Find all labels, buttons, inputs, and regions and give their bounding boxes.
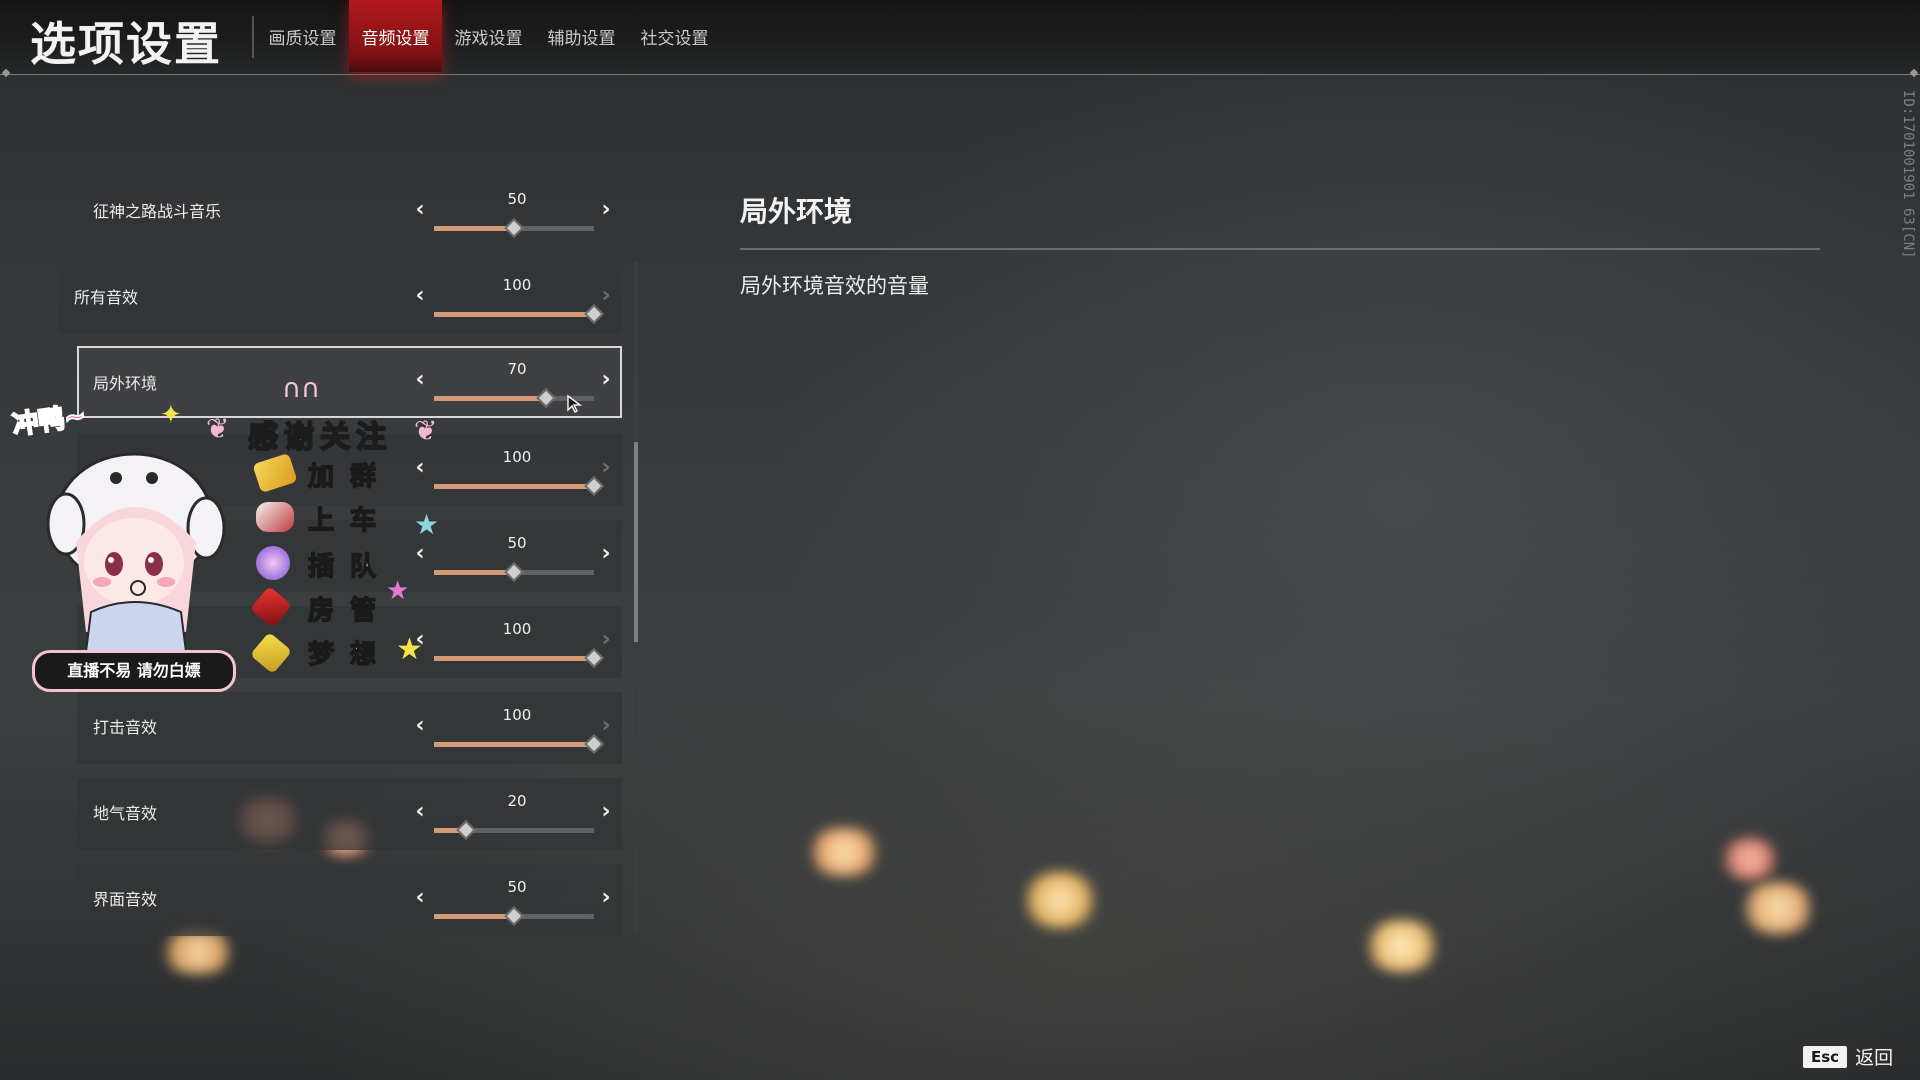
- setting-value: 50: [507, 190, 527, 208]
- setting-value: 20: [507, 792, 527, 810]
- bunny-ears-icon: ∩∩: [282, 374, 321, 404]
- decrease-arrow-icon[interactable]: ‹: [409, 800, 431, 824]
- slider-handle[interactable]: [504, 562, 524, 582]
- build-id: ID:1701001901 63[CN]: [1900, 90, 1916, 259]
- setting-row-ui-sfx[interactable]: 界面音效 ‹ 50 ›: [77, 864, 622, 936]
- volume-slider[interactable]: [434, 304, 604, 324]
- volume-slider[interactable]: [434, 734, 604, 754]
- tab-social[interactable]: 社交设置: [628, 0, 721, 72]
- esc-key-badge: Esc: [1803, 1045, 1848, 1068]
- overlay-exclaim: 冲鸭~: [10, 400, 89, 442]
- setting-value: 50: [507, 878, 527, 896]
- sparkle-icon: ✦: [160, 400, 182, 430]
- star-icon: ★: [414, 508, 440, 541]
- setting-row-earth-sfx[interactable]: 地气音效 ‹ 20 ›: [77, 778, 622, 850]
- setting-value: 70: [507, 360, 527, 378]
- tab-graphics[interactable]: 画质设置: [256, 0, 349, 72]
- slider-handle[interactable]: [456, 820, 476, 840]
- scrollbar-thumb[interactable]: [634, 442, 638, 642]
- slider-handle[interactable]: [504, 218, 524, 238]
- title-divider: [252, 16, 254, 58]
- increase-arrow-icon[interactable]: ›: [595, 198, 617, 222]
- chibi-character-illustration: [46, 452, 226, 652]
- bokeh-light: [158, 930, 238, 974]
- volume-slider[interactable]: [434, 906, 594, 926]
- description-title: 局外环境: [740, 195, 853, 228]
- tab-game[interactable]: 游戏设置: [442, 0, 535, 72]
- increase-arrow-icon[interactable]: ›: [595, 714, 617, 738]
- back-label: 返回: [1855, 1047, 1894, 1069]
- decrease-arrow-icon[interactable]: ‹: [409, 714, 431, 738]
- increase-arrow-icon[interactable]: ›: [595, 542, 617, 566]
- ticket-icon: [252, 452, 298, 494]
- decrease-arrow-icon[interactable]: ‹: [409, 886, 431, 910]
- decrease-arrow-icon[interactable]: ‹: [409, 284, 431, 308]
- rocket-icon: [249, 585, 293, 629]
- tab-accessibility[interactable]: 辅助设置: [535, 0, 628, 72]
- overlay-perk: 上车: [307, 505, 393, 537]
- rocket-icon: [249, 631, 293, 675]
- setting-row-battle-music[interactable]: 征神之路战斗音乐 ‹ 50 ›: [77, 176, 622, 248]
- overlay-thanks: 感谢关注: [247, 419, 392, 456]
- description-divider: [740, 248, 1820, 250]
- setting-value: 100: [502, 276, 532, 294]
- divider-ornament: [1909, 68, 1919, 78]
- overlay-perk: 加群: [307, 461, 393, 493]
- increase-arrow-icon[interactable]: ›: [595, 368, 617, 392]
- divider-ornament: [1, 68, 11, 78]
- increase-arrow-icon[interactable]: ›: [595, 800, 617, 824]
- overlay-perk: 房管: [307, 595, 393, 627]
- slider-fill: [434, 226, 514, 231]
- crest-icon: [256, 546, 290, 580]
- overlay-banner: 直播不易 请勿白嫖: [32, 650, 236, 692]
- setting-value: 50: [507, 534, 527, 552]
- plane-icon: [256, 502, 294, 532]
- bokeh-light: [1020, 872, 1100, 928]
- wing-icon: ❦: [414, 414, 438, 447]
- description-text: 局外环境音效的音量: [740, 274, 929, 298]
- settings-scrollbar[interactable]: [634, 262, 638, 932]
- increase-arrow-icon[interactable]: ›: [595, 456, 617, 480]
- overlay-perk: 插队: [307, 551, 393, 583]
- bokeh-light: [1362, 920, 1442, 972]
- stream-overlay-sticker: 冲鸭~ ✦ ❦ ∩∩ 感谢关注 ❦ 加群 上车 ★ 插队 ★ 房管 梦想 ★ 直…: [0, 374, 460, 710]
- setting-label: 地气音效: [93, 804, 158, 823]
- setting-row-all-sfx[interactable]: 所有音效 ‹ 100 ›: [58, 262, 622, 334]
- setting-label: 征神之路战斗音乐: [93, 202, 222, 221]
- slider-handle[interactable]: [536, 388, 556, 408]
- volume-slider[interactable]: [434, 820, 594, 840]
- increase-arrow-icon[interactable]: ›: [595, 284, 617, 308]
- overlay-perk: 梦想: [307, 639, 393, 671]
- slider-fill: [434, 914, 514, 919]
- volume-slider[interactable]: [434, 218, 594, 238]
- tab-audio[interactable]: 音频设置: [349, 0, 442, 72]
- setting-label: 所有音效: [74, 288, 139, 307]
- mouse-cursor-icon: [567, 394, 583, 414]
- setting-value: 100: [502, 448, 532, 466]
- slider-fill: [434, 312, 594, 317]
- wing-icon: ❦: [206, 412, 230, 445]
- increase-arrow-icon[interactable]: ›: [595, 886, 617, 910]
- bokeh-light: [1720, 838, 1780, 880]
- bokeh-light: [1738, 882, 1818, 934]
- back-button[interactable]: Esc 返回: [1803, 1043, 1893, 1070]
- setting-label: 界面音效: [93, 890, 158, 909]
- increase-arrow-icon[interactable]: ›: [595, 628, 617, 652]
- decrease-arrow-icon[interactable]: ‹: [409, 198, 431, 222]
- settings-tabs: 画质设置 音频设置 游戏设置 辅助设置 社交设置: [256, 0, 721, 72]
- setting-value: 100: [502, 620, 532, 638]
- bokeh-light: [805, 828, 883, 876]
- slider-handle[interactable]: [504, 906, 524, 926]
- page-title: 选项设置: [30, 17, 222, 71]
- slider-fill: [434, 742, 594, 747]
- star-icon: ★: [396, 632, 423, 667]
- setting-value: 100: [502, 706, 532, 724]
